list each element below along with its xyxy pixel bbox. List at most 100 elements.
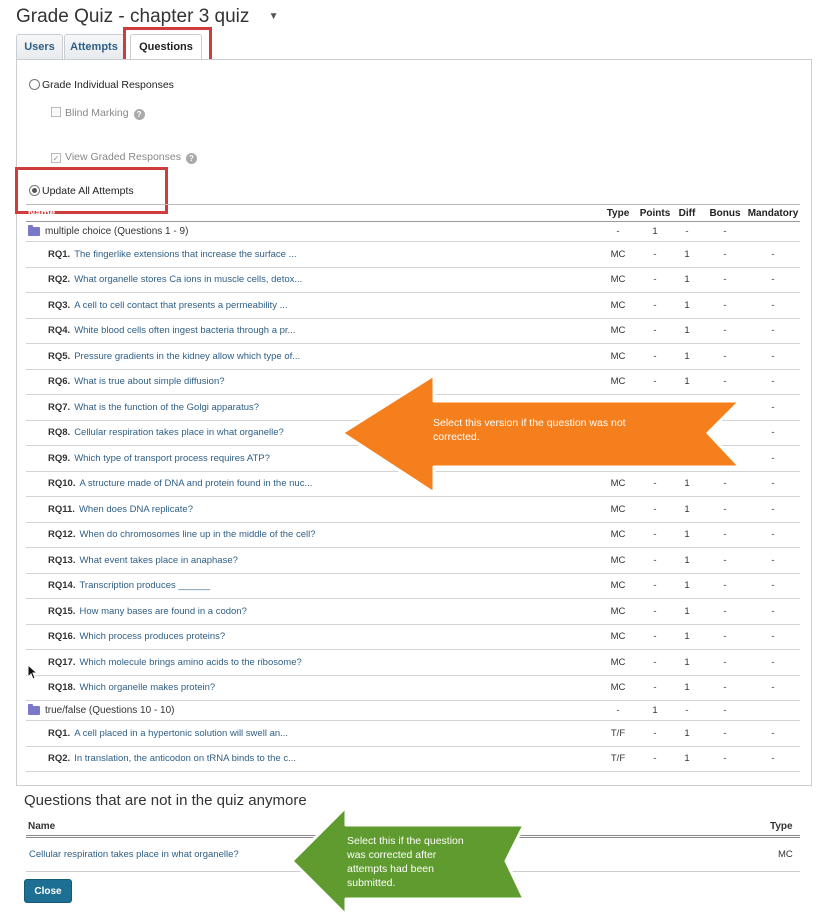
question-link[interactable]: What event takes place in anaphase? (79, 555, 237, 566)
table-row[interactable]: RQ5. Pressure gradients in the kidney all… (26, 344, 800, 370)
question-type-cell: MC (610, 580, 626, 592)
section-points-cell: 1 (652, 226, 658, 237)
question-link[interactable]: A cell to cell contact that presents a p… (74, 300, 287, 311)
help-icon[interactable]: ? (133, 109, 145, 120)
question-points-cell: - (653, 248, 657, 260)
table-row[interactable]: RQ13. What event takes place in anaphase?… (26, 548, 800, 574)
table-row[interactable]: RQ2. What organelle stores Ca ions in mus… (26, 268, 800, 293)
blind-marking-option[interactable]: Blind Marking? (51, 107, 145, 120)
question-type-cell: T/F (610, 727, 626, 739)
blind-marking-label: Blind Marking (65, 107, 129, 119)
grade-individual-radio[interactable] (29, 79, 40, 90)
question-name-cell: RQ5. Pressure gradients in the kidney all… (48, 344, 300, 369)
question-link[interactable]: Pressure gradients in the kidney allow w… (74, 351, 300, 362)
view-graded-option[interactable]: ✓ View Graded Responses? (51, 151, 197, 164)
question-diff-cell: 1 (684, 248, 690, 260)
question-bonus-cell: - (723, 656, 727, 668)
question-name-cell: RQ1. A cell placed in a hypertonic soluti… (48, 721, 288, 746)
question-link[interactable]: When does DNA replicate? (79, 504, 193, 515)
section-row[interactable]: true/false (Questions 10 - 10) - 1 - - (26, 701, 800, 721)
question-type-cell: MC (610, 274, 626, 286)
table-row[interactable]: RQ2. In translation, the anticodon on tRN… (26, 747, 800, 772)
table-header: Name Type Points Diff Bonus Mandatory (26, 204, 800, 222)
section-bonus-cell: - (723, 226, 727, 237)
question-mandatory-cell: - (771, 580, 775, 592)
question-points-cell: - (653, 656, 657, 668)
table-row[interactable]: RQ18. Which organelle makes protein? MC - 1 -… (26, 676, 800, 701)
question-name-cell: RQ15. How many bases are found in a codon… (48, 599, 247, 624)
question-bonus-cell: - (723, 350, 727, 362)
question-name-cell: RQ14. Transcription produces ______ (48, 574, 210, 599)
question-number: RQ13. (48, 554, 76, 566)
question-type-cell: MC (610, 503, 626, 515)
table-row[interactable]: RQ11. When does DNA replicate? MC - 1 - - (26, 497, 800, 523)
question-link[interactable]: Which molecule brings amino acids to the… (79, 657, 301, 668)
question-link[interactable]: Which process produces proteins? (79, 631, 225, 642)
question-points-cell: - (653, 554, 657, 566)
question-mandatory-cell: - (771, 656, 775, 668)
help-icon[interactable]: ? (185, 153, 197, 164)
question-mandatory-cell: - (771, 753, 775, 765)
folder-icon (28, 225, 40, 236)
removed-question-link[interactable]: Cellular respiration takes place in what… (29, 838, 239, 871)
table-row[interactable]: RQ17. Which molecule brings amino acids t… (26, 650, 800, 676)
question-points-cell: - (653, 325, 657, 337)
question-link[interactable]: The fingerlike extensions that increase … (74, 249, 296, 260)
blind-marking-checkbox[interactable] (51, 107, 61, 117)
table-row[interactable]: RQ4. White blood cells often ingest bacte… (26, 319, 800, 344)
question-link[interactable]: A structure made of DNA and protein foun… (79, 478, 312, 489)
table-row[interactable]: RQ15. How many bases are found in a codon… (26, 599, 800, 625)
question-link[interactable]: White blood cells often ingest bacteria … (74, 325, 295, 336)
question-link[interactable]: Transcription produces ______ (79, 580, 210, 591)
question-diff-cell: 1 (684, 325, 690, 337)
section-points-cell: 1 (652, 705, 658, 716)
title-dropdown-icon[interactable]: ▼ (269, 11, 279, 22)
page-title[interactable]: Grade Quiz - chapter 3 quiz ▼ (16, 6, 279, 28)
question-bonus-cell: - (723, 753, 727, 765)
question-number: RQ2. (48, 753, 71, 765)
close-button[interactable]: Close (24, 879, 72, 903)
question-number: RQ18. (48, 682, 76, 694)
table-row[interactable]: RQ1. The fingerlike extensions that incre… (26, 242, 800, 268)
question-link[interactable]: What organelle stores Ca ions in muscle … (74, 274, 302, 285)
question-points-cell: - (653, 727, 657, 739)
question-link[interactable]: Which type of transport process requires… (74, 453, 270, 464)
view-graded-checkbox[interactable]: ✓ (51, 153, 61, 163)
question-mandatory-cell: - (771, 605, 775, 617)
question-mandatory-cell: - (771, 554, 775, 566)
grade-individual-label: Grade Individual Responses (42, 79, 174, 91)
table-row[interactable]: RQ3. A cell to cell contact that presents… (26, 293, 800, 319)
question-type-cell: T/F (610, 753, 626, 765)
question-type-cell: MC (610, 248, 626, 260)
question-diff-cell: 1 (684, 605, 690, 617)
grade-individual-option[interactable]: Grade Individual Responses (29, 79, 174, 91)
question-link[interactable]: What is the function of the Golgi appara… (74, 402, 259, 413)
tab-attempts[interactable]: Attempts (64, 34, 124, 60)
tab-users[interactable]: Users (16, 34, 63, 60)
green-callout-text: Select this if the question was correcte… (347, 835, 464, 889)
section-label-cell: true/false (Questions 10 - 10) (26, 701, 175, 720)
folder-icon (28, 704, 40, 715)
question-link[interactable]: In translation, the anticodon on tRNA bi… (74, 753, 296, 764)
question-points-cell: - (653, 274, 657, 286)
col-bonus-header: Bonus (709, 207, 741, 219)
question-link[interactable]: Cellular respiration takes place in what… (74, 427, 284, 438)
question-number: RQ12. (48, 529, 76, 541)
table-row[interactable]: RQ14. Transcription produces ______ MC - 1 - - (26, 574, 800, 599)
question-bonus-cell: - (723, 325, 727, 337)
question-link[interactable]: What is true about simple diffusion? (74, 376, 224, 387)
question-number: RQ16. (48, 631, 76, 643)
removed-col-name: Name (28, 821, 56, 832)
table-row[interactable]: RQ16. Which process produces proteins? MC -… (26, 625, 800, 650)
question-name-cell: RQ3. A cell to cell contact that presents… (48, 293, 288, 318)
table-row[interactable]: RQ12. When do chromosomes line up in the … (26, 523, 800, 548)
question-link[interactable]: A cell placed in a hypertonic solution w… (74, 728, 288, 739)
question-bonus-cell: - (723, 554, 727, 566)
question-name-cell: RQ10. A structure made of DNA and protein… (48, 472, 312, 497)
table-row[interactable]: RQ1. A cell placed in a hypertonic soluti… (26, 721, 800, 747)
question-link[interactable]: Which organelle makes protein? (79, 682, 215, 693)
question-mandatory-cell: - (771, 631, 775, 643)
section-row[interactable]: multiple choice (Questions 1 - 9) - 1 - - (26, 222, 800, 242)
question-link[interactable]: How many bases are found in a codon? (79, 606, 246, 617)
question-link[interactable]: When do chromosomes line up in the middl… (79, 529, 315, 540)
